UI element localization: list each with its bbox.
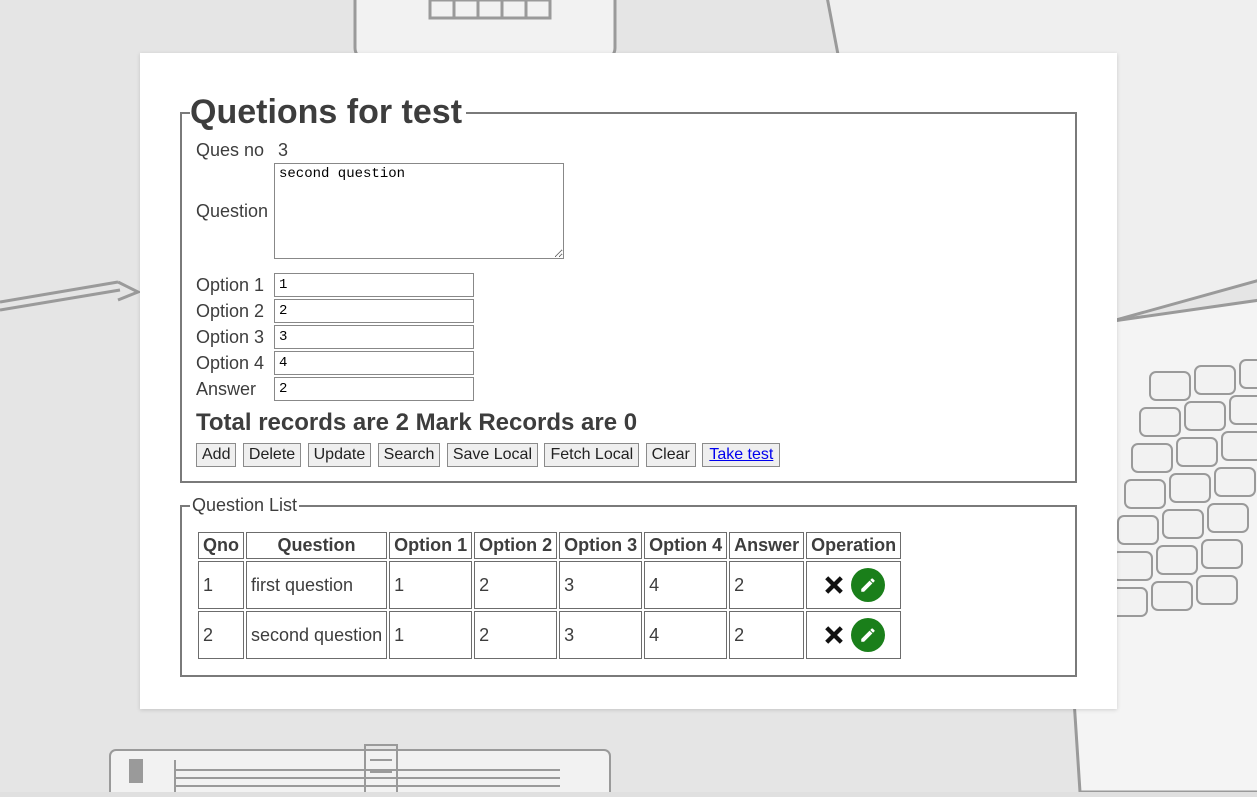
edit-row-icon[interactable]: [851, 568, 885, 602]
save-local-button[interactable]: Save Local: [447, 443, 538, 467]
th-qno: Qno: [198, 532, 244, 559]
option4-input[interactable]: [274, 351, 474, 375]
cell-question: second question: [246, 611, 387, 659]
main-card: Quetions for test Ques no 3 Question Opt…: [140, 53, 1117, 709]
cell-option2: 2: [474, 561, 557, 609]
question-textarea[interactable]: [274, 163, 564, 259]
cell-option3: 3: [559, 611, 642, 659]
option2-label: Option 2: [196, 301, 274, 322]
cell-answer: 2: [729, 561, 804, 609]
cell-qno: 2: [198, 611, 244, 659]
form-legend: Quetions for test: [190, 93, 466, 132]
delete-button[interactable]: Delete: [243, 443, 301, 467]
option4-row: Option 4: [196, 351, 1061, 375]
ques-no-value: 3: [274, 140, 288, 161]
cell-option1: 1: [389, 561, 472, 609]
cell-option3: 3: [559, 561, 642, 609]
delete-row-icon[interactable]: [823, 624, 845, 646]
cell-option4: 4: [644, 611, 727, 659]
question-form-fieldset: Quetions for test Ques no 3 Question Opt…: [180, 93, 1077, 483]
cell-operation: [806, 561, 901, 609]
th-option3: Option 3: [559, 532, 642, 559]
option2-input[interactable]: [274, 299, 474, 323]
question-table: Qno Question Option 1 Option 2 Option 3 …: [196, 530, 903, 661]
option1-input[interactable]: [274, 273, 474, 297]
option1-row: Option 1: [196, 273, 1061, 297]
cell-answer: 2: [729, 611, 804, 659]
search-button[interactable]: Search: [378, 443, 441, 467]
list-legend: Question List: [190, 495, 299, 516]
table-row: 2second question12342: [198, 611, 901, 659]
th-question: Question: [246, 532, 387, 559]
clear-button[interactable]: Clear: [646, 443, 696, 467]
th-option2: Option 2: [474, 532, 557, 559]
delete-row-icon[interactable]: [823, 574, 845, 596]
th-option4: Option 4: [644, 532, 727, 559]
cell-option2: 2: [474, 611, 557, 659]
table-header-row: Qno Question Option 1 Option 2 Option 3 …: [198, 532, 901, 559]
th-answer: Answer: [729, 532, 804, 559]
answer-row: Answer: [196, 377, 1061, 401]
th-option1: Option 1: [389, 532, 472, 559]
fetch-local-button[interactable]: Fetch Local: [544, 443, 639, 467]
option3-label: Option 3: [196, 327, 274, 348]
ques-no-row: Ques no 3: [196, 140, 1061, 161]
question-row: Question: [196, 163, 1061, 259]
ques-no-label: Ques no: [196, 140, 274, 161]
question-label: Question: [196, 201, 274, 222]
take-test-link[interactable]: Take test: [702, 443, 780, 467]
records-summary: Total records are 2 Mark Records are 0: [196, 409, 1061, 437]
cell-qno: 1: [198, 561, 244, 609]
add-button[interactable]: Add: [196, 443, 236, 467]
update-button[interactable]: Update: [308, 443, 372, 467]
option1-label: Option 1: [196, 275, 274, 296]
cell-option4: 4: [644, 561, 727, 609]
edit-row-icon[interactable]: [851, 618, 885, 652]
answer-input[interactable]: [274, 377, 474, 401]
answer-label: Answer: [196, 379, 274, 400]
cell-operation: [806, 611, 901, 659]
toolbar: Add Delete Update Search Save Local Fetc…: [196, 443, 1061, 467]
option2-row: Option 2: [196, 299, 1061, 323]
cell-option1: 1: [389, 611, 472, 659]
option3-input[interactable]: [274, 325, 474, 349]
th-operation: Operation: [806, 532, 901, 559]
table-row: 1first question12342: [198, 561, 901, 609]
option4-label: Option 4: [196, 353, 274, 374]
cell-question: first question: [246, 561, 387, 609]
option3-row: Option 3: [196, 325, 1061, 349]
question-list-fieldset: Question List Qno Question Option 1 Opti…: [180, 495, 1077, 677]
